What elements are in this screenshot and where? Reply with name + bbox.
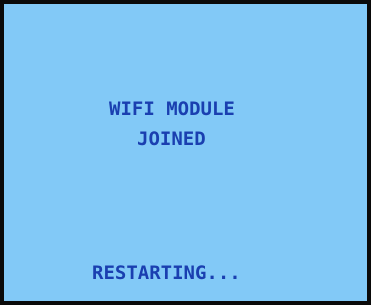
device-display: WIFI MODULE JOINED RESTARTING... [0, 0, 371, 305]
status-text: RESTARTING... [92, 262, 241, 284]
message-line-2: JOINED [137, 128, 206, 150]
message-line-1: WIFI MODULE [109, 98, 235, 120]
